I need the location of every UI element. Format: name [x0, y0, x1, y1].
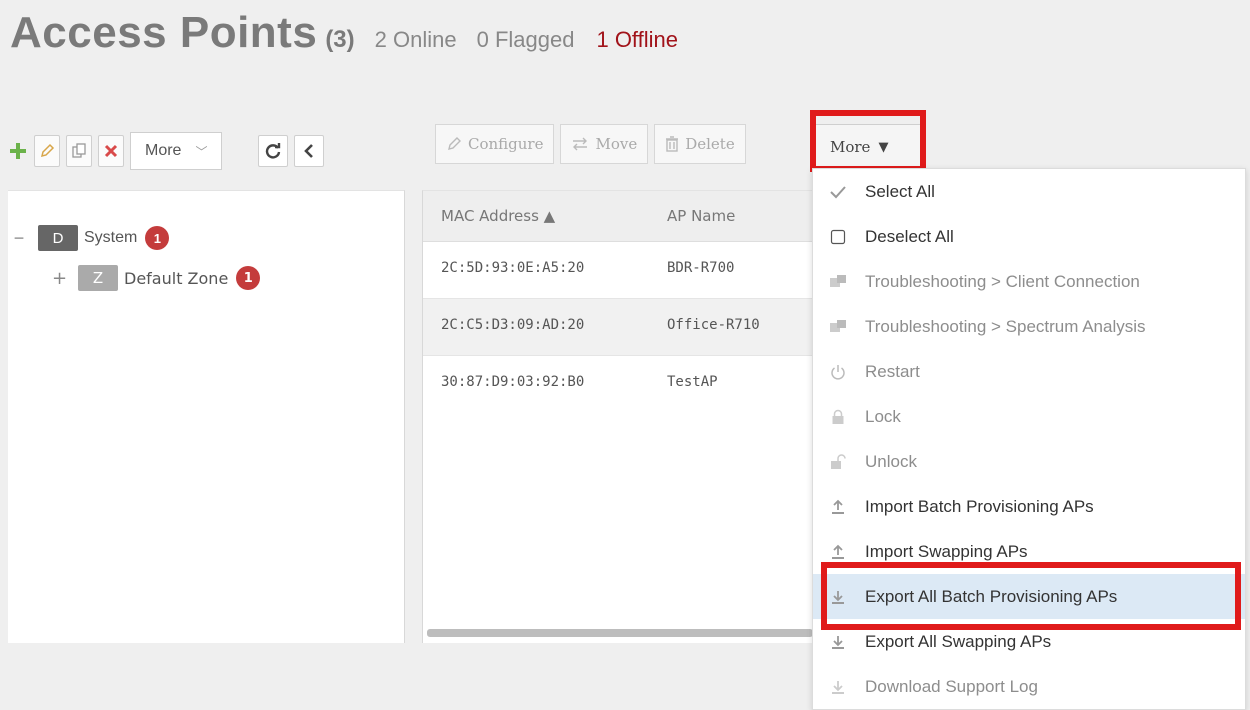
trash-icon	[666, 136, 679, 152]
ap-action-toolbar: Configure Move Delete	[435, 124, 746, 164]
clone-icon	[72, 143, 86, 158]
menu-item-export-swapping[interactable]: Export All Swapping APs	[813, 619, 1245, 664]
menu-item-label: Unlock	[865, 451, 917, 471]
download-icon	[827, 586, 849, 608]
collapse-left-icon	[304, 144, 314, 158]
edit-button[interactable]	[34, 135, 60, 167]
edit-icon	[40, 143, 55, 158]
tree-node-default-zone[interactable]: + Z Default Zone 1	[52, 265, 261, 291]
menu-item-troubleshoot-spectrum[interactable]: Troubleshooting > Spectrum Analysis	[813, 304, 1245, 349]
power-icon	[827, 361, 849, 383]
cell-mac: 30:87:D9:03:92:B0	[441, 374, 585, 390]
menu-item-label: Import Batch Provisioning APs	[865, 496, 1094, 516]
menu-item-lock[interactable]: Lock	[813, 394, 1245, 439]
collapse-panel-button[interactable]	[294, 135, 325, 167]
menu-item-import-swapping[interactable]: Import Swapping APs	[813, 529, 1245, 574]
tree-toolbar: More ﹀	[8, 132, 325, 170]
menu-item-download-log[interactable]: Download Support Log	[813, 664, 1245, 709]
add-button[interactable]	[8, 135, 28, 167]
download-icon	[827, 676, 849, 698]
tree-node-label: System	[84, 229, 138, 246]
more-actions-button[interactable]: More ▼	[815, 124, 925, 170]
offline-status[interactable]: 1 Offline	[596, 27, 678, 53]
menu-item-label: Export All Swapping APs	[865, 631, 1052, 651]
tree-node-label: Default Zone	[124, 268, 229, 288]
cell-ap-name: TestAP	[667, 374, 718, 390]
more-label: More	[830, 138, 871, 156]
tree-node-system[interactable]: − D System 1	[12, 225, 170, 251]
lock-icon	[827, 406, 849, 428]
troubleshoot-icon	[827, 271, 849, 293]
move-button[interactable]: Move	[560, 124, 649, 164]
table-row[interactable]: 30:87:D9:03:92:B0 TestAP	[423, 356, 813, 412]
menu-item-label: Troubleshooting > Spectrum Analysis	[865, 316, 1146, 336]
checkbox-icon	[827, 226, 849, 248]
cell-mac: 2C:C5:D3:09:AD:20	[441, 317, 585, 333]
expand-toggle[interactable]: +	[52, 268, 67, 289]
menu-item-label: Restart	[865, 361, 920, 381]
collapse-toggle[interactable]: −	[12, 228, 26, 249]
delete-button[interactable]: Delete	[654, 124, 746, 164]
menu-item-unlock[interactable]: Unlock	[813, 439, 1245, 484]
menu-item-label: Select All	[865, 181, 935, 201]
menu-item-troubleshoot-client[interactable]: Troubleshooting > Client Connection	[813, 259, 1245, 304]
menu-item-deselect-all[interactable]: Deselect All	[813, 214, 1245, 259]
menu-item-export-batch[interactable]: Export All Batch Provisioning APs	[813, 574, 1245, 619]
add-icon	[10, 143, 26, 159]
check-icon	[827, 181, 849, 203]
zone-tree-panel: − D System 1 + Z Default Zone 1	[8, 190, 405, 643]
menu-item-label: Deselect All	[865, 226, 954, 246]
move-arrows-icon	[573, 137, 588, 151]
column-header-ap-name[interactable]: AP Name	[667, 207, 735, 225]
chevron-down-icon: ﹀	[195, 144, 208, 159]
tree-more-label: More	[145, 142, 182, 159]
download-icon	[827, 631, 849, 653]
menu-item-select-all[interactable]: Select All	[813, 169, 1245, 214]
refresh-button[interactable]	[258, 135, 289, 167]
menu-item-label: Troubleshooting > Client Connection	[865, 271, 1140, 291]
upload-icon	[827, 496, 849, 518]
alert-count-badge: 1	[236, 266, 261, 290]
domain-badge: D	[38, 225, 78, 251]
horizontal-scrollbar[interactable]	[427, 629, 813, 637]
page-title: Access Points	[10, 8, 318, 57]
ap-count: (3)	[325, 26, 355, 53]
table-header: MAC Address ▲ AP Name	[423, 191, 813, 242]
table-row[interactable]: 2C:5D:93:0E:A5:20 BDR-R700	[423, 242, 813, 299]
column-header-mac[interactable]: MAC Address ▲	[441, 207, 555, 225]
table-row[interactable]: 2C:C5:D3:09:AD:20 Office-R710	[423, 299, 813, 356]
menu-item-label: Lock	[865, 406, 901, 426]
delete-label: Delete	[685, 135, 735, 153]
unlock-icon	[827, 451, 849, 473]
alert-count-badge: 1	[145, 226, 170, 250]
troubleshoot-icon	[827, 316, 849, 338]
cell-mac: 2C:5D:93:0E:A5:20	[441, 260, 585, 276]
delete-tree-button[interactable]	[98, 135, 124, 167]
tree-more-dropdown[interactable]: More ﹀	[130, 132, 223, 170]
flagged-status[interactable]: 0 Flagged	[477, 27, 575, 53]
delete-icon	[104, 144, 118, 158]
ap-table: MAC Address ▲ AP Name 2C:5D:93:0E:A5:20 …	[422, 190, 813, 643]
menu-item-label: Export All Batch Provisioning APs	[865, 586, 1118, 606]
online-status[interactable]: 2 Online	[375, 27, 457, 53]
upload-icon	[827, 541, 849, 563]
refresh-icon	[266, 143, 281, 159]
zone-badge: Z	[78, 265, 118, 291]
move-label: Move	[595, 135, 638, 153]
cell-ap-name: Office-R710	[667, 317, 760, 333]
configure-label: Configure	[468, 135, 544, 153]
page-header: Access Points (3) 2 Online 0 Flagged 1 O…	[10, 8, 678, 58]
pencil-icon	[448, 137, 461, 150]
menu-item-restart[interactable]: Restart	[813, 349, 1245, 394]
more-actions-menu: Select All Deselect All Troubleshooting …	[812, 168, 1246, 710]
caret-down-icon: ▼	[878, 139, 889, 155]
clone-button[interactable]	[66, 135, 92, 167]
menu-item-import-batch[interactable]: Import Batch Provisioning APs	[813, 484, 1245, 529]
cell-ap-name: BDR-R700	[667, 260, 735, 276]
menu-item-label: Import Swapping APs	[865, 541, 1028, 561]
configure-button[interactable]: Configure	[435, 124, 555, 164]
